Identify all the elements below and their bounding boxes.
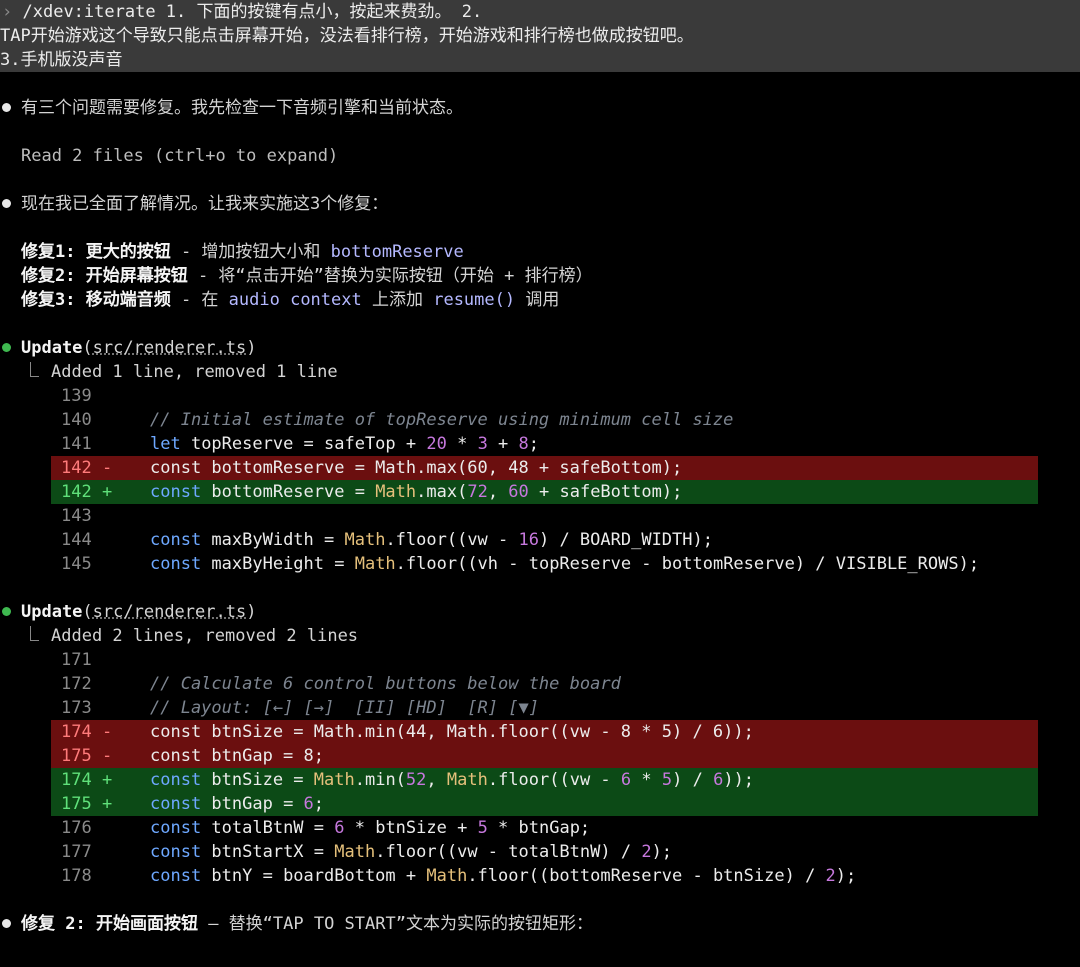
fix-desc: - 在 bbox=[170, 290, 229, 310]
fix-title: 修复3: 移动端音频 bbox=[21, 290, 171, 310]
diff-row: 144 const maxByWidth = Math.floor((vw - 1… bbox=[51, 528, 1038, 552]
line-number: 140 bbox=[61, 410, 92, 430]
fix-desc: 调用 bbox=[515, 290, 560, 310]
line-number: 172 bbox=[61, 674, 92, 694]
diff-row: 145 const maxByHeight = Math.floor((vh - … bbox=[51, 552, 1038, 576]
message-desc: — 替换“TAP TO START”文本为实际的按钮矩形： bbox=[197, 914, 593, 934]
line-number: 174 + bbox=[61, 770, 113, 790]
diff-row: 171 bbox=[51, 648, 1038, 672]
code-line: let topReserve = safeTop + 20 * 3 + 8; bbox=[150, 434, 540, 454]
fix-item-3: 修复3: 移动端音频 - 在 audio context 上添加 resume(… bbox=[21, 288, 559, 312]
line-number: 142 - bbox=[61, 458, 113, 478]
line-number: 175 - bbox=[61, 746, 113, 766]
line-number: 139 bbox=[61, 386, 92, 406]
code-line: // Initial estimate of topReserve using … bbox=[150, 410, 734, 430]
code-line: const maxByHeight = Math.floor((vh - top… bbox=[150, 554, 980, 574]
diff-row: 178 const btnY = boardBottom + Math.floor… bbox=[51, 864, 1038, 888]
diff-row: 143 bbox=[51, 504, 1038, 528]
line-number: 178 bbox=[61, 866, 92, 886]
tool-status-icon bbox=[2, 607, 11, 616]
line-number: 143 bbox=[61, 506, 92, 526]
message-bullet-icon bbox=[2, 199, 11, 208]
code-line: const bottomReserve = Math.max(72, 60 + … bbox=[150, 482, 683, 502]
prompt-line-1: › /xdev:iterate 1. 下面的按键有点小，按起来费劲。 2. bbox=[2, 0, 482, 24]
tool-call-header[interactable]: Update(src/renderer.ts) bbox=[21, 336, 256, 360]
code-line: const btnGap = 8; bbox=[150, 746, 324, 766]
assistant-message: 修复 2: 开始画面按钮 — 替换“TAP TO START”文本为实际的按钮矩… bbox=[21, 912, 593, 936]
diff-row-added: 174 + const btnSize = Math.min(52, Math.f… bbox=[51, 768, 1038, 792]
code-line: const bottomReserve = Math.max(60, 48 + … bbox=[150, 458, 683, 478]
fix-item-1: 修复1: 更大的按钮 - 增加按钮大小和 bottomReserve bbox=[21, 240, 464, 264]
prompt-text-1: /xdev:iterate 1. 下面的按键有点小，按起来费劲。 2. bbox=[22, 2, 483, 22]
file-path-link[interactable]: src/renderer.ts bbox=[93, 602, 247, 622]
fix-title: 修复2: 开始屏幕按钮 bbox=[21, 266, 188, 286]
code-line: const totalBtnW = 6 * btnSize + 5 * btnG… bbox=[150, 818, 591, 838]
assistant-message: 现在我已全面了解情况。让我来实施这3个修复： bbox=[21, 194, 389, 214]
code-line: const btnGap = 6; bbox=[150, 794, 325, 814]
line-number: 175 + bbox=[61, 794, 113, 814]
fix-desc: 上添加 bbox=[361, 290, 434, 310]
diff-row-added: 142 + const bottomReserve = Math.max(72, … bbox=[51, 480, 1038, 504]
fix-title: 修复1: 更大的按钮 bbox=[21, 242, 171, 262]
user-prompt-block: › /xdev:iterate 1. 下面的按键有点小，按起来费劲。 2. TA… bbox=[0, 0, 1080, 72]
code-line: const btnStartX = Math.floor((vw - total… bbox=[150, 842, 673, 862]
diff-row-removed: 142 - const bottomReserve = Math.max(60, … bbox=[51, 456, 1038, 480]
line-number: 176 bbox=[61, 818, 92, 838]
diff-row-removed: 175 - const btnGap = 8; bbox=[51, 744, 1038, 768]
file-path-link[interactable]: src/renderer.ts bbox=[93, 338, 247, 358]
diff-row: 176 const totalBtnW = 6 * btnSize + 5 * b… bbox=[51, 816, 1038, 840]
tool-status-icon bbox=[2, 343, 11, 352]
diff-summary: Added 2 lines, removed 2 lines bbox=[51, 626, 359, 646]
diff-row-added: 175 + const btnGap = 6; bbox=[51, 792, 1038, 816]
diff-row-removed: 174 - const btnSize = Math.min(44, Math.f… bbox=[51, 720, 1038, 744]
tool-call-header[interactable]: Update(src/renderer.ts) bbox=[21, 600, 256, 624]
tool-name: Update bbox=[21, 338, 83, 358]
line-number: 145 bbox=[61, 554, 92, 574]
fix-code-ref: resume() bbox=[433, 290, 516, 310]
line-number: 141 bbox=[61, 434, 92, 454]
code-line: const btnSize = Math.min(44, Math.floor(… bbox=[150, 722, 754, 742]
code-line: const btnY = boardBottom + Math.floor((b… bbox=[150, 866, 857, 886]
fix-item-2: 修复2: 开始屏幕按钮 - 将“点击开始”替换为实际按钮（开始 + 排行榜） bbox=[21, 264, 593, 288]
line-number: 173 bbox=[61, 698, 92, 718]
tool-name: Update bbox=[21, 602, 83, 622]
message-title: 修复 2: 开始画面按钮 bbox=[21, 914, 198, 934]
line-number: 171 bbox=[61, 650, 92, 670]
fix-desc: - 将“点击开始”替换为实际按钮（开始 + 排行榜） bbox=[187, 266, 593, 286]
read-files-summary[interactable]: Read 2 files (ctrl+o to expand) bbox=[21, 144, 338, 168]
diff-summary: Added 1 line, removed 1 line bbox=[51, 362, 338, 382]
diff-row: 177 const btnStartX = Math.floor((vw - to… bbox=[51, 840, 1038, 864]
fix-desc: - 增加按钮大小和 bbox=[170, 242, 331, 262]
tree-elbow-icon bbox=[30, 362, 39, 377]
line-number: 174 - bbox=[61, 722, 113, 742]
diff-row: 173 // Layout: [←] [→] [II] [HD] [R] [▼] bbox=[51, 696, 1038, 720]
code-line: const maxByWidth = Math.floor((vw - 16) … bbox=[150, 530, 713, 550]
message-bullet-icon bbox=[2, 103, 11, 112]
code-line: // Calculate 6 control buttons below the… bbox=[150, 674, 621, 694]
diff-row: 172 // Calculate 6 control buttons below … bbox=[51, 672, 1038, 696]
assistant-message: 有三个问题需要修复。我先检查一下音频引擎和当前状态。 bbox=[21, 98, 463, 118]
tree-elbow-icon bbox=[30, 626, 39, 641]
code-line: const btnSize = Math.min(52, Math.floor(… bbox=[150, 770, 755, 790]
prompt-text-2: TAP开始游戏这个导致只能点击屏幕开始，没法看排行榜，开始游戏和排行榜也做成按钮… bbox=[0, 26, 694, 46]
prompt-text-3: 3.手机版没声音 bbox=[0, 50, 123, 70]
diff-row: 140 // Initial estimate of topReserve usi… bbox=[51, 408, 1038, 432]
line-number: 177 bbox=[61, 842, 92, 862]
code-line: // Layout: [←] [→] [II] [HD] [R] [▼] bbox=[150, 698, 539, 718]
fix-code-ref: bottomReserve bbox=[330, 242, 464, 262]
diff-row: 141 let topReserve = safeTop + 20 * 3 + 8… bbox=[51, 432, 1038, 456]
message-bullet-icon bbox=[2, 919, 11, 928]
line-number: 142 + bbox=[61, 482, 113, 502]
line-number: 144 bbox=[61, 530, 92, 550]
fix-code-ref: audio context bbox=[228, 290, 362, 310]
prompt-chevron-icon: › bbox=[2, 2, 13, 22]
diff-row: 139 bbox=[51, 384, 1038, 408]
